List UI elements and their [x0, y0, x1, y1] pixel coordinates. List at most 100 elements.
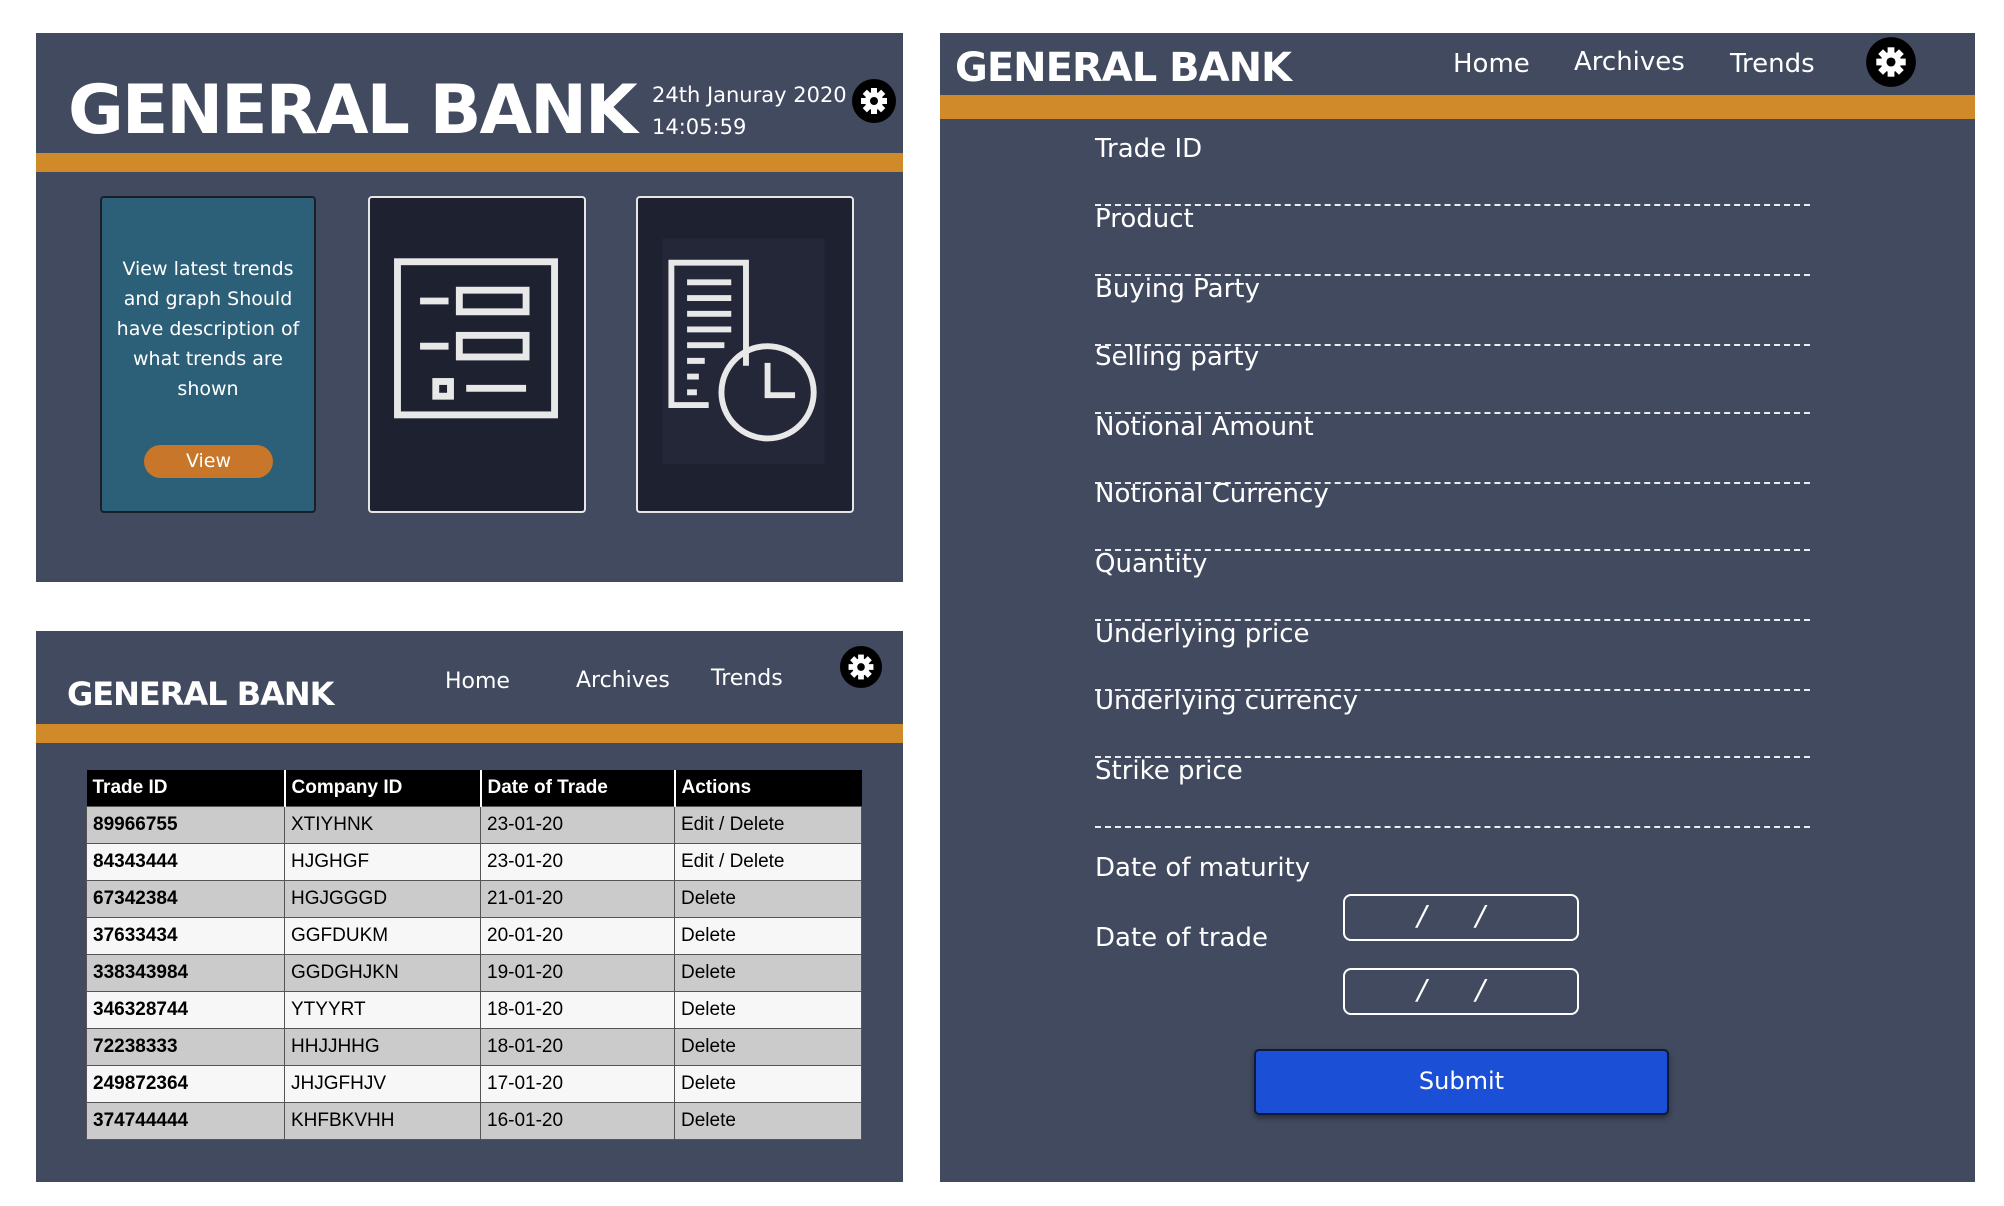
- field-label: Selling party: [1095, 342, 1260, 372]
- nav-trends[interactable]: Trends: [711, 666, 783, 691]
- gear-icon[interactable]: [851, 78, 897, 124]
- company-id-cell: GGDGHJKN: [284, 954, 481, 992]
- field-label: Notional Amount: [1095, 412, 1314, 442]
- company-id-cell: YTYYRT: [284, 991, 481, 1029]
- trade-date-cell: 18-01-20: [480, 991, 675, 1029]
- company-id-cell: KHFBKVHH: [284, 1102, 481, 1140]
- nav-trends[interactable]: Trends: [1730, 49, 1815, 79]
- trade-form-panel: GENERAL BANK Home Archives Trends Trade …: [940, 33, 1975, 1182]
- table-row[interactable]: 346328744 YTYYRT 18-01-20 Delete: [86, 991, 862, 1029]
- column-header: Actions: [674, 770, 862, 807]
- field-label: Underlying price: [1095, 619, 1310, 649]
- table-row[interactable]: 67342384 HGJGGGD 21-01-20 Delete: [86, 880, 862, 918]
- field-quantity[interactable]: Quantity: [1095, 549, 1815, 621]
- actions-cell[interactable]: Delete: [674, 917, 862, 955]
- table-row[interactable]: 374744444 KHFBKVHH 16-01-20 Delete: [86, 1102, 862, 1140]
- history-card[interactable]: [636, 196, 854, 513]
- actions-cell[interactable]: Delete: [674, 1102, 862, 1140]
- datetime-display: 24th Januray 2020 14:05:59: [652, 79, 847, 143]
- table-header-row: Trade ID Company ID Date of Trade Action…: [86, 770, 862, 807]
- document-clock-icon: [662, 238, 825, 464]
- header-accent-bar: [36, 724, 903, 743]
- field-underlying-currency[interactable]: Underlying currency: [1095, 686, 1815, 758]
- submit-button[interactable]: Submit: [1254, 1049, 1669, 1115]
- trends-description: View latest trends and graph Should have…: [116, 258, 300, 400]
- actions-cell[interactable]: Edit / Delete: [674, 843, 862, 881]
- archives-panel: GENERAL BANK Home Archives Trends Trade …: [36, 631, 903, 1182]
- trade-id-cell: 374744444: [86, 1102, 285, 1140]
- header-accent-bar: [940, 95, 1975, 119]
- brand-logo: GENERAL BANK: [955, 45, 1292, 91]
- gear-icon[interactable]: [1865, 36, 1917, 88]
- trade-id-cell: 249872364: [86, 1065, 285, 1103]
- actions-cell[interactable]: Delete: [674, 1065, 862, 1103]
- actions-cell[interactable]: Delete: [674, 991, 862, 1029]
- brand-logo: GENERAL BANK: [68, 71, 638, 150]
- trade-id-cell: 346328744: [86, 991, 285, 1029]
- table-row[interactable]: 37633434 GGFDUKM 20-01-20 Delete: [86, 917, 862, 955]
- trade-id-cell: 37633434: [86, 917, 285, 955]
- trade-date-cell: 17-01-20: [480, 1065, 675, 1103]
- current-date: 24th Januray 2020: [652, 83, 847, 107]
- column-header: Date of Trade: [480, 770, 676, 807]
- company-id-cell: HJGHGF: [284, 843, 481, 881]
- trade-date-cell: 18-01-20: [480, 1028, 675, 1066]
- table-row[interactable]: 84343444 HJGHGF 23-01-20 Edit / Delete: [86, 843, 862, 881]
- field-trade-id[interactable]: Trade ID: [1095, 134, 1815, 206]
- field-label: Strike price: [1095, 756, 1243, 786]
- actions-cell[interactable]: Edit / Delete: [674, 806, 862, 844]
- column-header: Company ID: [284, 770, 482, 807]
- trade-date-cell: 16-01-20: [480, 1102, 675, 1140]
- date-of-trade-input[interactable]: / /: [1343, 968, 1579, 1015]
- trade-id-cell: 72238333: [86, 1028, 285, 1066]
- company-id-cell: XTIYHNK: [284, 806, 481, 844]
- trade-date-cell: 23-01-20: [480, 806, 675, 844]
- nav-home[interactable]: Home: [445, 669, 510, 694]
- actions-cell[interactable]: Delete: [674, 880, 862, 918]
- company-id-cell: GGFDUKM: [284, 917, 481, 955]
- form-list-icon: [394, 258, 558, 419]
- table-row[interactable]: 89966755 XTIYHNK 23-01-20 Edit / Delete: [86, 806, 862, 844]
- field-strike-price[interactable]: Strike price: [1095, 756, 1815, 828]
- company-id-cell: HHJJHHG: [284, 1028, 481, 1066]
- field-product[interactable]: Product: [1095, 204, 1815, 276]
- nav-archives[interactable]: Archives: [1574, 47, 1685, 77]
- table-row[interactable]: 72238333 HHJJHHG 18-01-20 Delete: [86, 1028, 862, 1066]
- trade-id-cell: 338343984: [86, 954, 285, 992]
- trade-date-cell: 20-01-20: [480, 917, 675, 955]
- field-label: Underlying currency: [1095, 686, 1359, 716]
- current-time: 14:05:59: [652, 115, 747, 139]
- dashboard-panel: GENERAL BANK 24th Januray 2020 14:05:59 …: [36, 33, 903, 582]
- header-accent-bar: [36, 153, 903, 172]
- gear-icon[interactable]: [839, 645, 883, 689]
- date-of-maturity-input[interactable]: / /: [1343, 894, 1579, 941]
- field-underlying-price[interactable]: Underlying price: [1095, 619, 1815, 691]
- field-label: Product: [1095, 204, 1194, 234]
- trade-id-cell: 84343444: [86, 843, 285, 881]
- field-label: Buying Party: [1095, 274, 1260, 304]
- actions-cell[interactable]: Delete: [674, 1028, 862, 1066]
- field-label: Trade ID: [1095, 134, 1203, 164]
- trade-date-cell: 21-01-20: [480, 880, 675, 918]
- field-notional-currency[interactable]: Notional Currency: [1095, 479, 1815, 551]
- company-id-cell: HGJGGGD: [284, 880, 481, 918]
- actions-cell[interactable]: Delete: [674, 954, 862, 992]
- field-buying-party[interactable]: Buying Party: [1095, 274, 1815, 346]
- trade-form-card[interactable]: [368, 196, 586, 513]
- field-label: Quantity: [1095, 549, 1208, 579]
- trade-date-cell: 19-01-20: [480, 954, 675, 992]
- column-header: Trade ID: [86, 770, 286, 807]
- company-id-cell: JHJGFHJV: [284, 1065, 481, 1103]
- field-notional-amount[interactable]: Notional Amount: [1095, 412, 1815, 484]
- table-row[interactable]: 338343984 GGDGHJKN 19-01-20 Delete: [86, 954, 862, 992]
- date-of-trade-label: Date of trade: [1095, 923, 1269, 953]
- nav-archives[interactable]: Archives: [576, 668, 670, 693]
- field-input-line[interactable]: [1095, 824, 1810, 828]
- trends-card[interactable]: View latest trends and graph Should have…: [100, 196, 316, 513]
- brand-logo: GENERAL BANK: [67, 675, 334, 713]
- table-row[interactable]: 249872364 JHJGFHJV 17-01-20 Delete: [86, 1065, 862, 1103]
- view-trends-button[interactable]: View: [144, 445, 273, 478]
- field-selling-party[interactable]: Selling party: [1095, 342, 1815, 414]
- nav-home[interactable]: Home: [1453, 49, 1530, 79]
- trade-id-cell: 89966755: [86, 806, 285, 844]
